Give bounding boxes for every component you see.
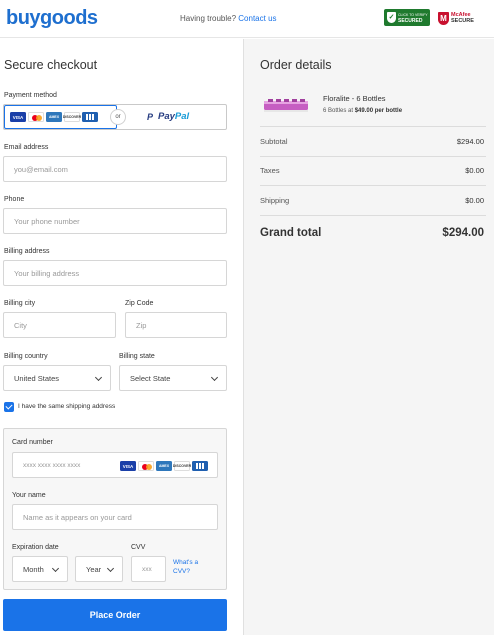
whats-cvv-link[interactable]: What's a CVV?	[173, 558, 198, 576]
secured-badge-label: SECURED	[398, 17, 423, 24]
exp-month-value: Month	[23, 564, 44, 574]
or-divider: or	[110, 109, 126, 125]
payment-method-selector: VISA AMEX DISCOVER or P PayPal	[3, 104, 227, 130]
product-name: Floralite - 6 Bottles	[323, 94, 386, 103]
zip-field[interactable]: Zip	[125, 312, 227, 338]
chevron-down-icon	[94, 373, 103, 382]
help-text: Having trouble? Contact us	[180, 14, 277, 23]
order-details-title: Order details	[260, 58, 332, 72]
place-order-button[interactable]: Place Order	[3, 599, 227, 631]
cvv-label: CVV	[131, 544, 146, 551]
secured-badge[interactable]: ✓ CLICK TO VERIFY SECURED	[384, 9, 430, 26]
grand-total-value: $294.00	[442, 227, 484, 239]
billing-address-label: Billing address	[4, 248, 50, 255]
card-number-placeholder: xxxx xxxx xxxx xxxx	[23, 461, 81, 469]
billing-state-label: Billing state	[119, 353, 155, 360]
divider	[260, 215, 486, 216]
amex-icon: AMEX	[156, 461, 172, 471]
shipping-value: $0.00	[465, 196, 484, 205]
mcafee-shield-icon: M	[438, 11, 449, 25]
taxes-label: Taxes	[260, 166, 280, 175]
cardholder-name-field[interactable]: Name as it appears on your card	[12, 504, 218, 530]
order-details-panel: Order details Floralite - 6 Bottles 6 Bo…	[244, 39, 494, 635]
divider	[260, 156, 486, 157]
product-image	[264, 99, 308, 112]
taxes-value: $0.00	[465, 166, 484, 175]
exp-month-select[interactable]: Month	[12, 556, 68, 582]
jcb-icon	[82, 112, 98, 122]
amex-icon: AMEX	[46, 112, 62, 122]
your-name-label: Your name	[12, 492, 46, 499]
exp-year-value: Year	[86, 564, 102, 574]
discover-icon: DISCOVER	[173, 461, 191, 471]
mastercard-icon	[28, 112, 44, 122]
payment-method-label: Payment method	[4, 92, 57, 99]
whats-cvv-line2: CVV?	[173, 568, 190, 575]
country-select[interactable]: United States	[3, 365, 111, 391]
billing-address-field[interactable]: Your billing address	[3, 260, 227, 286]
chevron-down-icon	[106, 564, 115, 573]
country-select-value: United States	[14, 373, 60, 383]
phone-field[interactable]: Your phone number	[3, 208, 227, 234]
zip-label: Zip Code	[125, 300, 154, 307]
accepted-cards: VISA AMEX DISCOVER	[120, 461, 208, 471]
discover-icon: DISCOVER	[63, 112, 81, 122]
product-subtitle: 6 Bottles at $49.00 per bottle	[323, 108, 402, 114]
paypal-text-left: Pay	[158, 111, 175, 122]
contact-us-link[interactable]: Contact us	[238, 14, 276, 23]
exp-year-select[interactable]: Year	[75, 556, 123, 582]
same-shipping-label[interactable]: I have the same shipping address	[18, 403, 115, 410]
shipping-label: Shipping	[260, 196, 290, 205]
card-number-field[interactable]: xxxx xxxx xxxx xxxx VISA AMEX DISCOVER	[12, 452, 218, 478]
billing-city-label: Billing city	[4, 300, 36, 307]
card-number-label: Card number	[12, 439, 53, 446]
email-label: Email address	[4, 144, 49, 151]
trouble-label: Having trouble?	[180, 14, 237, 23]
cvv-field[interactable]: xxx	[131, 556, 166, 582]
divider	[260, 126, 486, 127]
card-payment-option[interactable]: VISA AMEX DISCOVER	[4, 105, 117, 129]
expiration-label: Expiration date	[12, 544, 59, 551]
subtotal-value: $294.00	[456, 137, 484, 146]
state-select-value: Select State	[130, 373, 171, 383]
paypal-text-right: Pal	[174, 111, 190, 122]
city-field[interactable]: City	[3, 312, 116, 338]
checkout-title: Secure checkout	[4, 58, 98, 72]
divider	[260, 185, 486, 186]
product-sub-price: $49.00 per bottle	[354, 108, 403, 114]
jcb-icon	[192, 461, 208, 471]
visa-icon: VISA	[120, 461, 136, 471]
buygoods-logo[interactable]: buygoods	[6, 7, 98, 30]
top-header: buygoods Having trouble? Contact us ✓ CL…	[0, 0, 494, 38]
mastercard-icon	[138, 461, 154, 471]
mcafee-line2: SECURE	[451, 18, 474, 24]
product-sub-prefix: 6 Bottles at	[323, 108, 355, 114]
subtotal-label: Subtotal	[260, 137, 288, 146]
visa-icon: VISA	[10, 112, 26, 122]
state-select[interactable]: Select State	[119, 365, 227, 391]
chevron-down-icon	[210, 373, 219, 382]
phone-label: Phone	[4, 196, 25, 203]
whats-cvv-line1: What's a	[173, 559, 199, 566]
billing-country-label: Billing country	[4, 353, 48, 360]
same-shipping-checkbox[interactable]	[4, 402, 14, 412]
mcafee-badge[interactable]: M McAfee SECURE	[438, 8, 484, 28]
paypal-option[interactable]: P PayPal	[147, 111, 189, 122]
email-field[interactable]: you@email.com	[3, 156, 227, 182]
shield-check-icon: ✓	[387, 12, 396, 23]
chevron-down-icon	[51, 564, 60, 573]
paypal-p-icon: P	[147, 111, 154, 122]
grand-total-label: Grand total	[260, 227, 322, 239]
